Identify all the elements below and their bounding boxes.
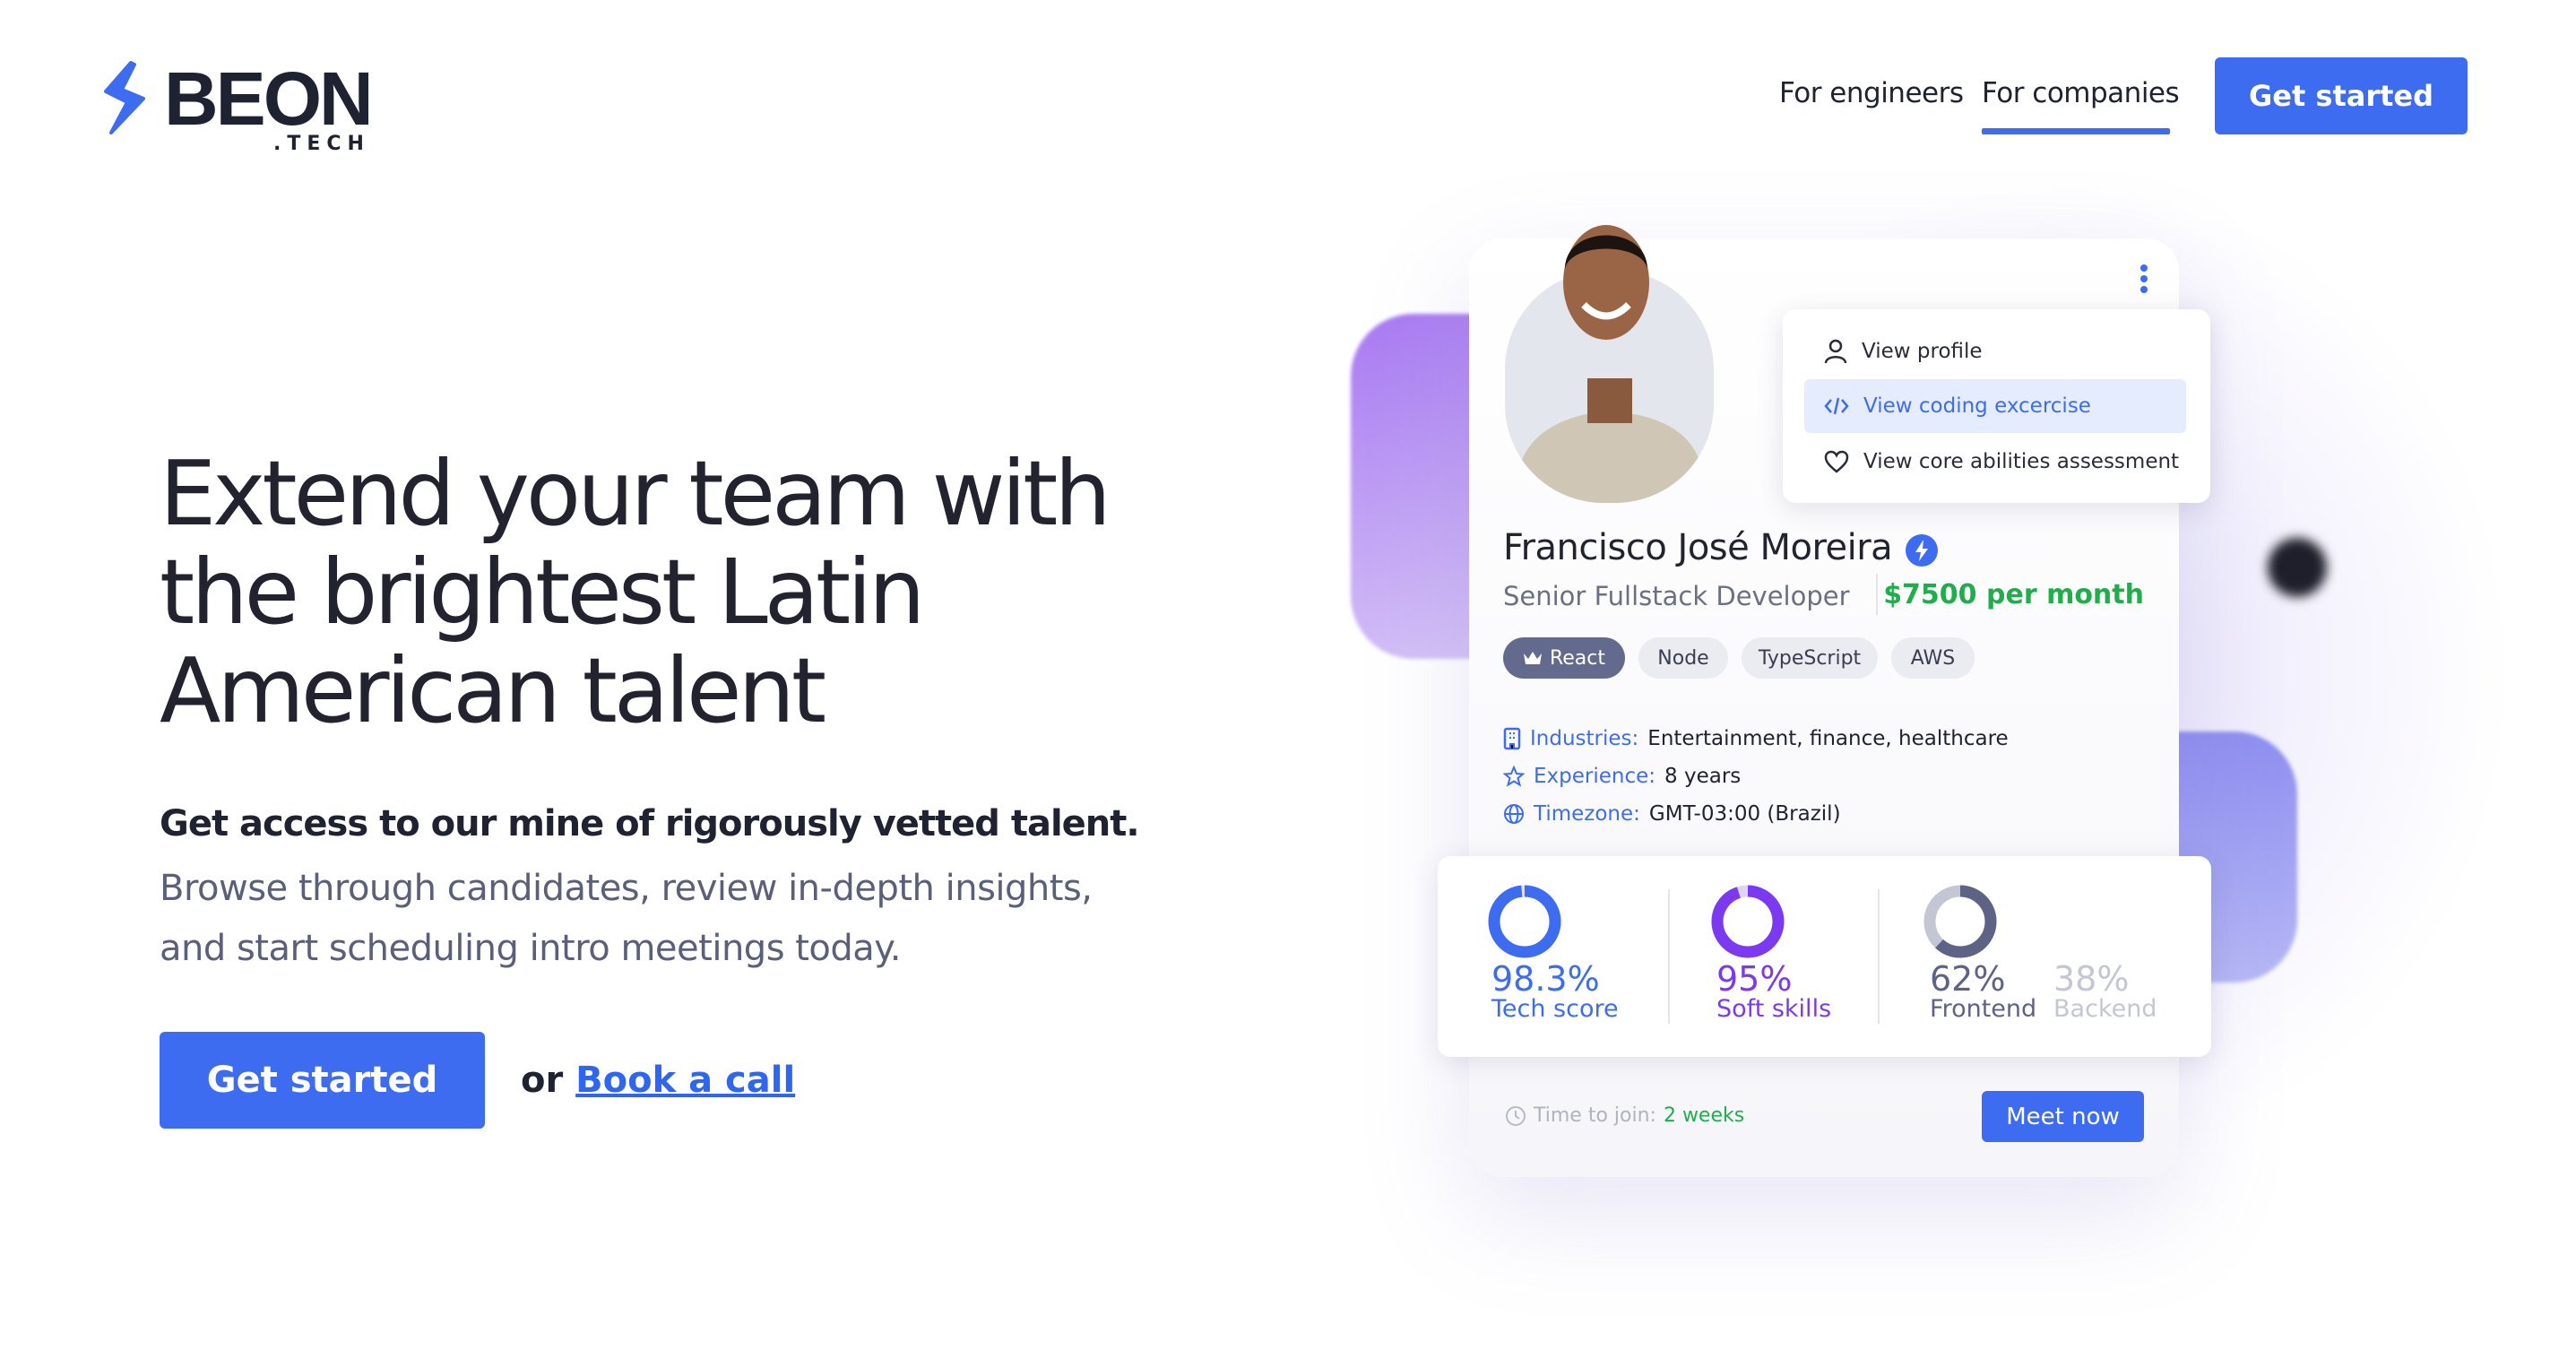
- verified-badge-icon: [1906, 534, 1938, 567]
- tech-score-value: 98.3%: [1491, 959, 1600, 999]
- meet-now-button[interactable]: Meet now: [1982, 1091, 2144, 1142]
- dark-blur-dot: [2268, 538, 2327, 597]
- globe-icon: [1504, 804, 1524, 824]
- book-call-line: or Book a call: [521, 1060, 795, 1101]
- donut-soft-skills: [1711, 885, 1785, 958]
- donut-frontend-backend: [1923, 885, 1997, 958]
- backend-label: Backend: [2053, 995, 2157, 1023]
- soft-skills-value: 95%: [1716, 959, 1793, 999]
- detail-value: Entertainment, finance, healthcare: [1647, 727, 2009, 750]
- tag-aws[interactable]: AWS: [1891, 637, 1975, 679]
- donut-segment-soft-skills: [1711, 885, 1785, 958]
- detail-key: Timezone:: [1534, 802, 1640, 826]
- frontend-label: Frontend: [1930, 995, 2037, 1023]
- book-a-call-link[interactable]: Book a call: [575, 1060, 795, 1101]
- nav-active-underline: [1982, 128, 2170, 134]
- frontend-value: 62%: [1930, 959, 2006, 999]
- role-price-divider: [1876, 574, 1878, 615]
- detail-timezone: Timezone: GMT-03:00 (Brazil): [1503, 802, 1841, 826]
- tag-node[interactable]: Node: [1638, 637, 1728, 679]
- detail-value: 8 years: [1664, 765, 1742, 788]
- soft-skills-label: Soft skills: [1716, 995, 1832, 1023]
- time-to-join: Time to join: 2 weeks: [1505, 1104, 1744, 1127]
- star-icon: [1503, 766, 1525, 787]
- menu-label: View coding excercise: [1863, 394, 2091, 418]
- hero-subheadline: Get access to our mine of rigorously vet…: [160, 803, 1140, 844]
- kebab-menu-icon[interactable]: [2137, 264, 2151, 294]
- logo-suffix: .TECH: [273, 133, 370, 155]
- candidate-price: $7500 per month: [1883, 579, 2144, 610]
- hero-headline: Extend your team with the brightest Lati…: [160, 441, 1111, 743]
- candidate-role: Senior Fullstack Developer: [1503, 581, 1850, 611]
- backend-value: 38%: [2053, 959, 2130, 999]
- donut-segment-tech-score: [1488, 885, 1561, 958]
- detail-industries: Industries: Entertainment, finance, healt…: [1503, 727, 2009, 750]
- detail-key: Experience:: [1534, 765, 1656, 788]
- user-icon: [1824, 339, 1847, 364]
- or-text: or: [521, 1060, 564, 1101]
- candidate-name: Francisco José Moreira: [1503, 527, 1893, 568]
- stats-divider: [1668, 889, 1670, 1024]
- profile-head: [1563, 225, 1649, 340]
- tech-score-label: Tech score: [1491, 995, 1619, 1023]
- menu-label: View profile: [1862, 340, 1983, 363]
- heart-icon: [1824, 450, 1849, 473]
- nav-for-engineers[interactable]: For engineers: [1779, 77, 1964, 109]
- profile-dropdown-menu: View profile View coding excercise View …: [1783, 309, 2210, 503]
- crown-icon: [1523, 652, 1542, 664]
- detail-key: Industries:: [1530, 727, 1639, 750]
- menu-item-view-core-abilities[interactable]: View core abilities assessment: [1804, 435, 2186, 489]
- detail-experience: Experience: 8 years: [1503, 765, 1741, 788]
- time-label: Time to join:: [1534, 1104, 1656, 1127]
- tag-label: React: [1549, 646, 1606, 670]
- time-value: 2 weeks: [1663, 1104, 1745, 1127]
- code-icon: [1824, 397, 1849, 415]
- tag-react[interactable]: React: [1503, 637, 1625, 679]
- detail-value: GMT-03:00 (Brazil): [1648, 802, 1841, 826]
- header-get-started-button[interactable]: Get started: [2215, 57, 2468, 134]
- menu-label: View core abilities assessment: [1863, 450, 2180, 473]
- bolt-logo-icon: [104, 61, 145, 134]
- menu-item-view-profile[interactable]: View profile: [1804, 325, 2186, 378]
- building-icon: [1503, 727, 1521, 750]
- clock-icon: [1506, 1105, 1526, 1126]
- tag-typescript[interactable]: TypeScript: [1742, 637, 1878, 679]
- stats-divider: [1878, 889, 1880, 1024]
- hero-get-started-button[interactable]: Get started: [160, 1032, 485, 1129]
- nav-for-companies[interactable]: For companies: [1982, 77, 2180, 109]
- menu-item-view-coding-exercise[interactable]: View coding excercise: [1804, 379, 2186, 433]
- hero-body: Browse through candidates, review in-dep…: [160, 868, 1093, 969]
- donut-tech-score: [1488, 885, 1561, 958]
